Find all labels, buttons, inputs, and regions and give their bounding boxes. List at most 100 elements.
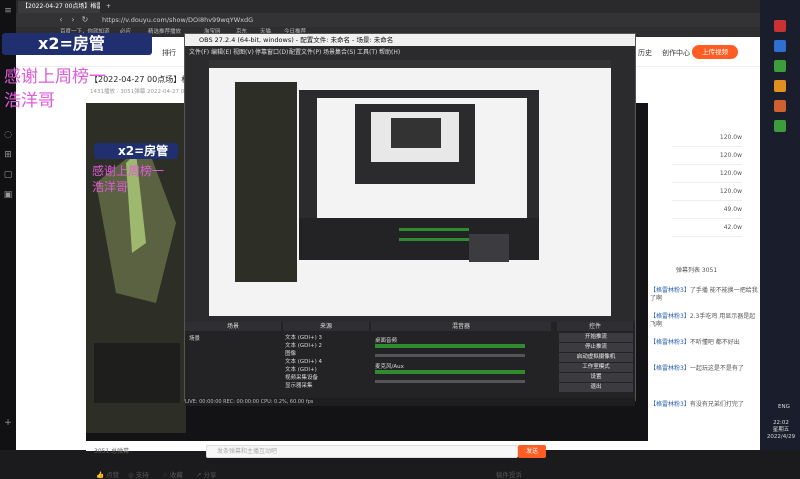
address-bar: ‹ › ↻ https://v.douyu.com/show/DOi8hv99w… — [16, 13, 760, 27]
rank-value: 49.0w — [672, 201, 742, 219]
obs-titlebar: OBS 27.2.4 (64-bit, windows) - 配置文件: 未命名… — [185, 34, 635, 46]
menu-profile[interactable]: 配置文件(P) — [289, 47, 321, 56]
clock-time: 22:02 — [773, 420, 789, 426]
coin-icon: ◎ — [128, 471, 136, 479]
app-icon[interactable] — [774, 20, 786, 32]
mixer-desktop-label: 桌面音频 — [375, 338, 398, 344]
like-button[interactable]: 👍 点赞 — [96, 469, 119, 479]
app-icon[interactable] — [774, 40, 786, 52]
nav-rank[interactable]: 排行 — [162, 48, 176, 58]
dock-scenes-title: 场景 — [185, 322, 281, 331]
danmu-list-title: 弹幕列表 3051 — [676, 267, 718, 274]
send-button[interactable]: 发送 — [518, 445, 546, 458]
input-language[interactable]: ENG — [778, 404, 790, 410]
scene-item[interactable]: 场景 — [189, 334, 200, 342]
clock-weekday: 星期五 — [772, 427, 790, 433]
favorite-button[interactable]: ☆ 收藏 — [162, 469, 183, 479]
report-link[interactable]: 稿件投诉 — [496, 469, 522, 479]
obs-statusbar: LIVE: 00:00:00 REC: 00:00:00 CPU: 0.2%, … — [185, 398, 635, 406]
share-label: 分享 — [203, 471, 217, 479]
app-icon[interactable] — [774, 100, 786, 112]
menu-icon[interactable]: ≡ — [3, 6, 13, 16]
back-icon[interactable]: ‹ — [56, 15, 66, 25]
studio-mode-button[interactable]: 工作室模式 — [559, 363, 633, 372]
share-icon: ↗ — [196, 471, 204, 479]
chat-message: 【格雷林粉3】一起玩这是不是有了 — [650, 365, 760, 373]
exit-button[interactable]: 退出 — [559, 383, 633, 392]
menu-edit[interactable]: 编辑(E) — [211, 47, 231, 56]
chat-message: 【格雷林粉3】2.3手吃鸡 用显示器是起飞啊 — [650, 313, 760, 329]
rank-value: 120.0w — [672, 165, 742, 183]
system-clock[interactable]: 22:02 星期五 2022/4/29 — [764, 420, 798, 441]
box-icon[interactable]: ▣ — [3, 190, 13, 200]
menu-help[interactable]: 帮助(H) — [379, 47, 400, 56]
menu-tools[interactable]: 工具(T) — [357, 47, 377, 56]
thumb-icon: 👍 — [96, 471, 107, 479]
mic-audio-meter — [375, 370, 525, 374]
danmu-input[interactable]: 发条弹幕和主播互动吧 — [206, 445, 518, 458]
app-icon[interactable] — [774, 80, 786, 92]
start-stream-button[interactable]: 开始推流 — [559, 333, 633, 342]
source-item[interactable]: 文本 (GDI+) 2 — [285, 342, 365, 350]
overlay-badge-small: x2=房管 — [94, 143, 178, 159]
chat-icon[interactable]: ◌ — [3, 130, 13, 140]
tab-add-icon[interactable]: + — [102, 1, 112, 13]
cart-icon[interactable]: ⊞ — [3, 150, 13, 160]
menu-view[interactable]: 视图(V) — [233, 47, 254, 56]
desktop-volume-slider[interactable] — [375, 354, 525, 357]
star-icon: ☆ — [162, 471, 170, 479]
overlay-name-small: 浩洋哥 — [92, 180, 129, 194]
source-item[interactable]: 视频采集设备 — [285, 374, 365, 382]
nav-history[interactable]: 历史 — [638, 48, 652, 58]
rank-value: 120.0w — [672, 129, 742, 147]
tab-bar: 【2022-04-27 00点场】格雷林 + — [16, 0, 760, 13]
overlay-badge: x2=房管 — [2, 33, 152, 55]
chat-user: 【格雷林粉3】 — [650, 401, 690, 408]
source-item[interactable]: 文本 (GDI+) 3 — [285, 334, 365, 342]
source-item[interactable]: 图像 — [285, 350, 365, 358]
menu-docks[interactable]: 停靠窗口(D) — [255, 47, 288, 56]
forward-icon[interactable]: › — [68, 15, 78, 25]
video-meta: 1431播放 · 3051弹幕 2022-04-27 05:49 — [90, 89, 197, 95]
wechat-icon[interactable] — [774, 60, 786, 72]
desktop-audio-meter — [375, 344, 525, 348]
chat-text: 有没有兄弟们打完了 — [689, 401, 744, 408]
menu-scene-collection[interactable]: 场景集合(S) — [323, 47, 356, 56]
app-icon[interactable] — [774, 120, 786, 132]
chat-user: 【格雷林粉3】 — [650, 313, 690, 320]
obs-preview[interactable] — [209, 60, 611, 316]
danmu-count: 3051 总弹幕 — [94, 448, 130, 455]
share-button[interactable]: ↗ 分享 — [196, 469, 217, 479]
rank-list: 120.0w 120.0w 120.0w 120.0w 49.0w 42.0w — [648, 129, 760, 249]
url-field[interactable]: https://v.douyu.com/show/DOi8hv99wqYWxdG — [102, 15, 253, 25]
nav-creator[interactable]: 创作中心 — [662, 48, 690, 58]
chat-message: 【格雷林粉3】不听懂吧 都不好出 — [650, 339, 760, 347]
source-item[interactable]: 显示器采集 — [285, 382, 365, 390]
rank-value: 120.0w — [672, 147, 742, 165]
add-icon[interactable]: + — [3, 418, 13, 428]
square-icon[interactable]: ▢ — [3, 170, 13, 180]
source-item[interactable]: 文本 (GDI+) 4 — [285, 358, 365, 366]
support-label: 支持 — [135, 471, 149, 479]
mic-volume-slider[interactable] — [375, 380, 525, 383]
virtual-camera-button[interactable]: 启动虚拟摄像机 — [559, 353, 633, 362]
tab-douyu[interactable]: 【2022-04-27 00点场】格雷林 — [18, 1, 100, 13]
refresh-icon[interactable]: ↻ — [80, 15, 90, 25]
bookmark-item[interactable]: 精选推荐播放 — [148, 28, 181, 36]
support-button[interactable]: ◎ 支持 — [128, 469, 149, 479]
chat-user: 【格雷林粉3】 — [650, 287, 690, 294]
stop-stream-button[interactable]: 停止推流 — [559, 343, 633, 352]
clock-date: 2022/4/29 — [766, 434, 796, 440]
menu-file[interactable]: 文件(F) — [189, 47, 209, 56]
dock-sources-title: 来源 — [283, 322, 369, 331]
source-item[interactable]: 文本 (GDI+) — [285, 366, 365, 374]
obs-docks: 场景 来源 混音器 控件 场景 文本 (GDI+) 3 文本 (GDI+) 2 … — [185, 322, 635, 400]
settings-button[interactable]: 设置 — [559, 373, 633, 382]
favorite-label: 收藏 — [169, 471, 183, 479]
upload-button[interactable]: 上传视频 — [692, 45, 738, 59]
overlay-thanks: 感谢上周榜一 — [4, 67, 106, 87]
chat-message: 【格雷林粉3】有没有兄弟们打完了 — [650, 401, 760, 409]
obs-menubar: 文件(F) 编辑(E) 视图(V) 停靠窗口(D) 配置文件(P) 场景集合(S… — [185, 46, 635, 56]
like-label: 点赞 — [106, 471, 120, 479]
rank-value: 42.0w — [672, 219, 742, 237]
